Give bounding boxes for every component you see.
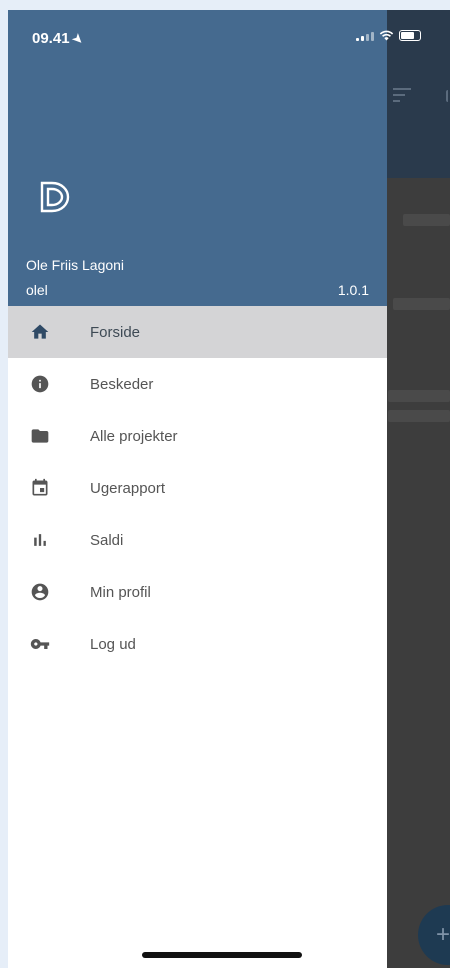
wifi-icon [379,30,394,41]
menu-item-label: Forside [90,323,141,341]
app-version: 1.0.1 [337,282,369,298]
menu-item-label: Min profil [90,583,151,601]
drawer-menu: Forside Beskeder Alle projekter Ugerappo… [8,306,387,670]
menu-item-beskeder[interactable]: Beskeder [8,358,387,410]
menu-item-ugerapport[interactable]: Ugerapport [8,462,387,514]
location-arrow-icon: ➤ [69,30,87,48]
user-id: olel [26,282,48,298]
info-icon [28,372,52,396]
menu-item-label: Log ud [90,635,136,653]
calendar-icon [28,476,52,500]
menu-item-forside[interactable]: Forside [8,306,387,358]
menu-item-label: Ugerapport [90,479,166,497]
menu-item-log-ud[interactable]: Log ud [8,618,387,670]
menu-item-saldi[interactable]: Saldi [8,514,387,566]
navigation-drawer: 09.41➤ Ole Friis Lagoni olel 1.0.1 Forsi… [8,10,387,968]
app-logo [38,180,72,219]
user-name: Ole Friis Lagoni [26,257,125,273]
cellular-signal-icon [356,32,374,41]
key-icon [28,632,52,656]
bar-chart-icon [28,528,52,552]
folder-icon [28,424,52,448]
menu-item-min-profil[interactable]: Min profil [8,566,387,618]
status-bar-time: 09.41➤ [32,30,87,48]
account-icon [28,580,52,604]
menu-item-alle-projekter[interactable]: Alle projekter [8,410,387,462]
background-menu-icon [393,88,411,106]
home-icon [28,320,52,344]
battery-icon [399,30,421,41]
menu-item-label: Beskeder [90,375,154,393]
home-indicator[interactable] [142,952,302,958]
drawer-header: 09.41➤ Ole Friis Lagoni olel 1.0.1 [8,10,387,306]
status-bar-icons [356,30,421,41]
background-action-icon [446,90,450,102]
menu-item-label: Saldi [90,531,124,549]
menu-item-label: Alle projekter [90,427,178,445]
